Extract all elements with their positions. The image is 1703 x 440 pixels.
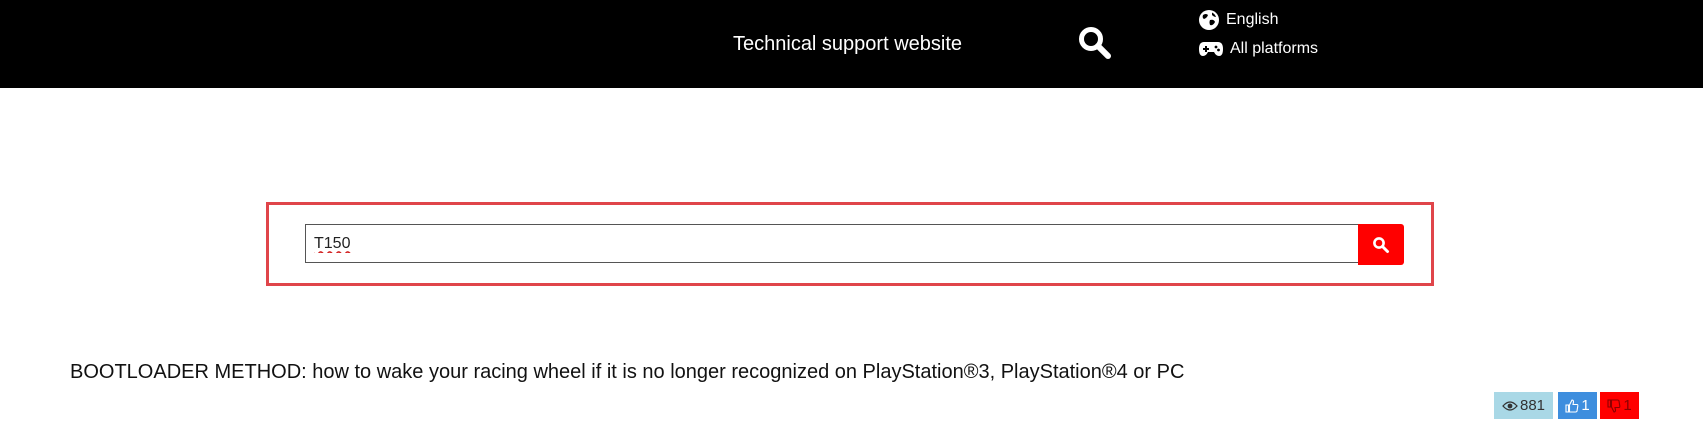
search-input[interactable] bbox=[305, 224, 1359, 263]
result-title-link[interactable]: BOOTLOADER METHOD: how to wake your raci… bbox=[70, 361, 1184, 384]
globe-icon bbox=[1199, 10, 1219, 30]
header-search-button[interactable] bbox=[1077, 25, 1113, 61]
views-counter: 881 bbox=[1494, 392, 1553, 419]
search-icon bbox=[1373, 236, 1389, 253]
eye-icon bbox=[1502, 400, 1518, 411]
search-submit-button[interactable] bbox=[1358, 224, 1404, 265]
likes-count: 1 bbox=[1581, 397, 1590, 414]
thumbs-down-icon bbox=[1607, 398, 1621, 413]
dislikes-count: 1 bbox=[1623, 397, 1632, 414]
dislike-button[interactable]: 1 bbox=[1600, 392, 1639, 419]
thumbs-up-icon bbox=[1565, 398, 1579, 413]
top-navigation-bar: Technical support website English All pl… bbox=[0, 0, 1703, 88]
language-label: English bbox=[1226, 11, 1279, 28]
platform-label: All platforms bbox=[1230, 40, 1319, 57]
like-button[interactable]: 1 bbox=[1558, 392, 1597, 419]
language-selector[interactable]: English bbox=[1198, 9, 1278, 31]
search-icon bbox=[1079, 27, 1111, 59]
views-count: 881 bbox=[1519, 397, 1546, 414]
platform-selector[interactable]: All platforms bbox=[1198, 40, 1318, 58]
gamepad-icon bbox=[1199, 42, 1223, 56]
site-title[interactable]: Technical support website bbox=[733, 33, 962, 56]
